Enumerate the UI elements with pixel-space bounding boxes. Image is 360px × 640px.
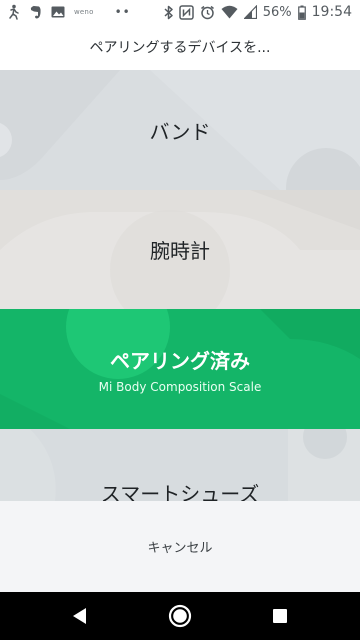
battery-percentage: 56% xyxy=(262,4,292,20)
signal-icon xyxy=(243,3,257,21)
nfc-icon xyxy=(178,3,194,21)
cancel-button[interactable]: キャンセル xyxy=(123,527,236,566)
option-paired-label: ペアリング済み xyxy=(110,348,250,373)
status-bar-notifications: weno •• xyxy=(8,3,131,21)
alarm-icon xyxy=(200,3,215,21)
status-bar: weno •• 56% 19:54 xyxy=(0,0,360,24)
status-bar-system: 56% 19:54 xyxy=(164,3,352,21)
clock-time: 19:54 xyxy=(311,4,352,20)
navigation-bar xyxy=(0,592,360,640)
back-icon xyxy=(73,608,86,624)
option-smart-shoes-label: スマートシューズ xyxy=(100,482,260,501)
home-icon xyxy=(168,604,192,628)
option-paired-device-name: Mi Body Composition Scale xyxy=(98,379,262,394)
option-band-label: バンド xyxy=(149,119,211,144)
battery-icon xyxy=(297,3,306,21)
more-notifications-indicator: •• xyxy=(114,5,131,19)
wifi-icon xyxy=(221,3,238,21)
option-smart-shoes[interactable]: スマートシューズ xyxy=(0,429,360,501)
home-button[interactable] xyxy=(150,592,210,640)
activity-notification-icon xyxy=(8,3,20,21)
bluetooth-icon xyxy=(164,3,173,21)
back-button[interactable] xyxy=(50,592,110,640)
option-watch[interactable]: 腕時計 xyxy=(0,190,360,309)
recents-icon xyxy=(273,609,287,623)
dialog-footer: キャンセル xyxy=(0,501,360,592)
option-watch-label: 腕時計 xyxy=(150,239,210,263)
evernote-icon xyxy=(29,3,42,21)
dialog-header: ペアリングするデバイスを... xyxy=(0,24,360,70)
gallery-icon xyxy=(51,3,65,21)
option-paired-scale[interactable]: ペアリング済み Mi Body Composition Scale xyxy=(0,309,360,429)
option-band[interactable]: バンド xyxy=(0,70,360,190)
device-pairing-screen: weno •• 56% 19:54 ペアリングするデバイスを... バンド 腕時… xyxy=(0,0,360,640)
recents-button[interactable] xyxy=(250,592,310,640)
dialog-title: ペアリングするデバイスを... xyxy=(89,40,271,56)
weno-notification-label: weno xyxy=(74,8,94,16)
